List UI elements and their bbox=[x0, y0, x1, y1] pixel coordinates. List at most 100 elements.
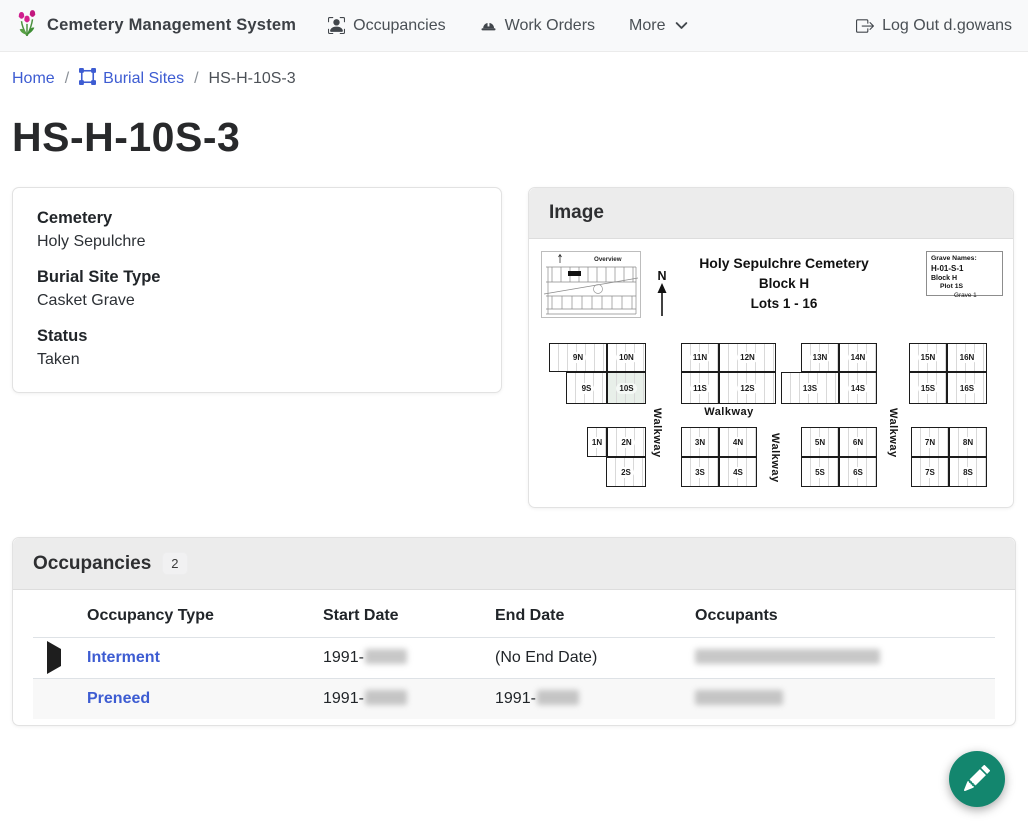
grave-names-heading: Grave Names: bbox=[931, 255, 998, 264]
plot-label: 12S bbox=[737, 383, 757, 394]
grave-name-block: Block H bbox=[931, 274, 998, 283]
image-card-title: Image bbox=[549, 202, 604, 224]
plot-cell: 7N bbox=[911, 427, 949, 457]
plot-cell: 10N bbox=[607, 343, 646, 372]
map-overview-inset: Overview bbox=[541, 251, 641, 318]
plot-label: 6S bbox=[850, 467, 866, 478]
plot-label: 12N bbox=[737, 352, 758, 363]
plot-label: 7N bbox=[922, 437, 938, 448]
plot-cell: 4S bbox=[719, 457, 757, 487]
plot-label: 13S bbox=[800, 383, 820, 394]
plot-label: 1N bbox=[589, 437, 605, 448]
plot-label: 2N bbox=[618, 437, 634, 448]
grave-names-legend: Grave Names: H-01-S-1 Block H Plot 1S Gr… bbox=[926, 251, 1003, 296]
redacted-text bbox=[695, 690, 783, 705]
map-title: Holy Sepulchre Cemetery Block H Lots 1 -… bbox=[667, 255, 901, 311]
plot-label: 3S bbox=[692, 467, 708, 478]
redacted-text bbox=[695, 649, 880, 664]
walkway-label: Walkway bbox=[887, 385, 899, 481]
breadcrumb-separator: / bbox=[194, 70, 198, 88]
plot-cell: 5S bbox=[801, 457, 839, 487]
logout-link[interactable]: Log Out d.gowans bbox=[856, 17, 1012, 35]
redacted-text bbox=[537, 690, 579, 705]
start-date-column-header: Start Date bbox=[323, 590, 495, 638]
chevron-down-icon bbox=[675, 19, 688, 32]
breadcrumb-burial-sites-link[interactable]: Burial Sites bbox=[79, 68, 184, 90]
burial-site-type-label: Burial Site Type bbox=[37, 268, 477, 287]
plot-label: 8N bbox=[960, 437, 976, 448]
burial-site-type-value: Casket Grave bbox=[37, 292, 477, 310]
cemetery-value-link[interactable]: Holy Sepulchre bbox=[37, 233, 146, 250]
walkway-label: Walkway bbox=[689, 406, 769, 418]
end-date-column-header: End Date bbox=[495, 590, 695, 638]
interment-link[interactable]: Interment bbox=[87, 649, 160, 666]
plot-cell: 13N bbox=[801, 343, 839, 372]
nav-work-orders[interactable]: Work Orders bbox=[480, 17, 595, 35]
walkway-label: Walkway bbox=[769, 429, 781, 487]
plot-cell-highlighted: 10S bbox=[607, 372, 646, 404]
occupancies-title: Occupancies bbox=[33, 553, 151, 575]
plot-cell: 2S bbox=[606, 457, 646, 487]
plot-label: 11S bbox=[690, 383, 710, 394]
grave-name-id: H-01-S-1 bbox=[931, 264, 998, 274]
plot-cell: 11N bbox=[681, 343, 719, 372]
tulips-logo-icon bbox=[16, 8, 38, 43]
plot-cell: 8S bbox=[949, 457, 987, 487]
top-navbar: Cemetery Management System Occupancies W… bbox=[0, 0, 1028, 52]
table-header-row: Occupancy Type Start Date End Date Occup… bbox=[33, 590, 995, 638]
nav-occupancies[interactable]: Occupancies bbox=[328, 17, 446, 35]
breadcrumb-home-link[interactable]: Home bbox=[12, 70, 55, 88]
plot-cell: 14N bbox=[839, 343, 877, 372]
plot-cell: 9S bbox=[566, 372, 607, 404]
pencil-icon bbox=[964, 765, 990, 794]
map-title-line2: Block H bbox=[667, 276, 901, 291]
plot-cell: 2N bbox=[607, 427, 646, 457]
site-map-image: Overview N bbox=[539, 247, 1003, 497]
plot-cell: 15S bbox=[909, 372, 947, 404]
map-title-line3: Lots 1 - 16 bbox=[667, 296, 901, 311]
app-brand[interactable]: Cemetery Management System bbox=[16, 8, 296, 43]
plot-cell: 12S bbox=[719, 372, 776, 404]
image-card: Image Overview bbox=[528, 187, 1014, 508]
start-date-value: 1991- bbox=[323, 690, 364, 707]
plot-label: 11N bbox=[690, 352, 710, 363]
nav-more-label: More bbox=[629, 17, 665, 35]
occupants-column-header: Occupants bbox=[695, 590, 995, 638]
start-date-value: 1991- bbox=[323, 649, 364, 666]
plot-label: 10S bbox=[616, 383, 636, 394]
plot-label: 2S bbox=[618, 467, 634, 478]
plot-label: 3N bbox=[692, 437, 708, 448]
breadcrumb-home-label: Home bbox=[12, 70, 55, 88]
status-field: Status Taken bbox=[37, 327, 477, 369]
cards-row: Cemetery Holy Sepulchre Burial Site Type… bbox=[12, 187, 1016, 508]
plot-label: 16N bbox=[957, 352, 978, 363]
plot-label: 4N bbox=[730, 437, 746, 448]
status-label: Status bbox=[37, 327, 477, 346]
plot-label: 8S bbox=[960, 467, 976, 478]
plot-label: 6N bbox=[850, 437, 866, 448]
plot-cell: 8N bbox=[949, 427, 987, 457]
preneed-link[interactable]: Preneed bbox=[87, 690, 150, 707]
status-value: Taken bbox=[37, 351, 477, 369]
plot-label: 14N bbox=[848, 352, 869, 363]
play-icon bbox=[47, 641, 61, 674]
breadcrumb-current: HS-H-10S-3 bbox=[209, 70, 296, 88]
plot-label: 4S bbox=[730, 467, 746, 478]
occupancy-type-column-header: Occupancy Type bbox=[87, 590, 323, 638]
burial-site-type-field: Burial Site Type Casket Grave bbox=[37, 268, 477, 310]
plot-cell: 11S bbox=[681, 372, 719, 404]
bounding-box-icon bbox=[79, 68, 96, 90]
plot-cell: 16N bbox=[947, 343, 987, 372]
nav-more[interactable]: More bbox=[629, 17, 688, 35]
hard-hat-icon bbox=[480, 17, 497, 34]
status-column-header bbox=[33, 590, 87, 638]
occupancies-count-badge: 2 bbox=[162, 552, 187, 575]
edit-fab-button[interactable] bbox=[949, 751, 1005, 807]
cemetery-field: Cemetery Holy Sepulchre bbox=[37, 209, 477, 251]
plot-cell: 12N bbox=[719, 343, 776, 372]
main-nav: Occupancies Work Orders More bbox=[328, 17, 688, 35]
nav-work-orders-label: Work Orders bbox=[505, 17, 595, 35]
breadcrumb-separator: / bbox=[65, 70, 69, 88]
plot-label: 5S bbox=[812, 467, 828, 478]
plot-label: 9N bbox=[570, 352, 586, 363]
